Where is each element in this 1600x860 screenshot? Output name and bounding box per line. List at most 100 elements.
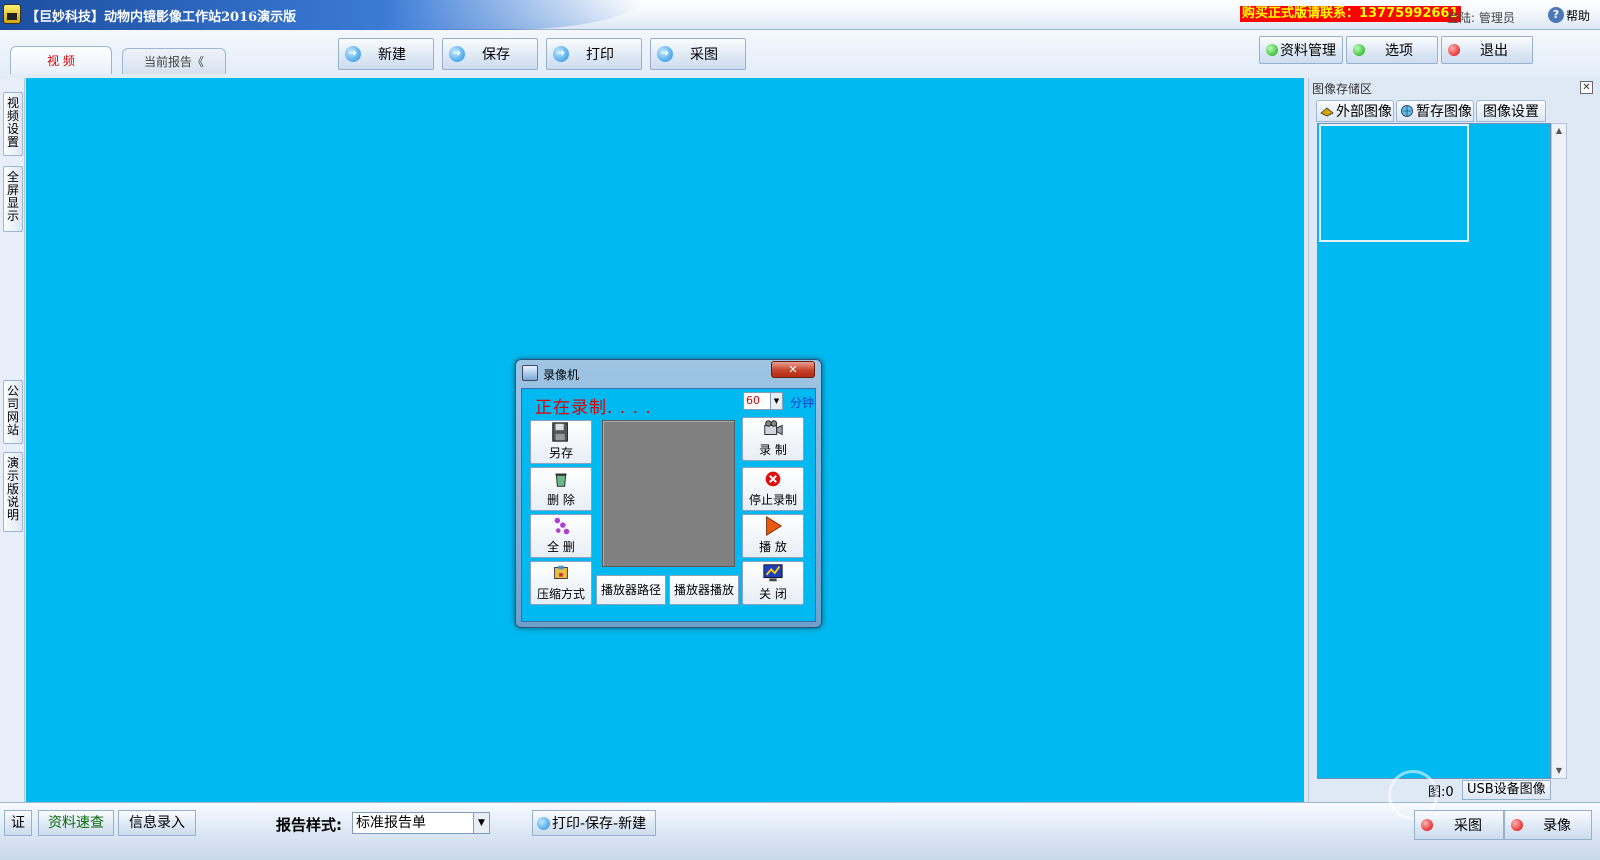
image-thumbnail-slot[interactable] <box>1319 124 1469 242</box>
record-label: 录 制 <box>759 443 787 457</box>
info-entry-button[interactable]: 信息录入 <box>118 810 196 836</box>
tab-temp-images-label: 暂存图像 <box>1416 104 1472 120</box>
duration-unit: 分钟 <box>790 396 815 410</box>
duration-select[interactable]: 60 ▼ <box>743 392 783 410</box>
red-status-icon <box>1511 819 1523 831</box>
record-bottom-label: 录像 <box>1543 818 1571 834</box>
cert-button[interactable]: 证 <box>4 810 32 836</box>
status-bar <box>0 802 1600 860</box>
play-label: 播 放 <box>759 540 787 554</box>
delete-all-label: 全 删 <box>547 540 575 554</box>
vtab-fullscreen[interactable]: 全屏显示 <box>3 166 23 232</box>
globe-icon <box>1401 105 1413 117</box>
vtab-company-site[interactable]: 公司网站 <box>3 380 23 444</box>
trash-icon <box>555 473 567 487</box>
thumbnail-scrollbar[interactable]: ▲ ▼ <box>1551 123 1567 779</box>
recorder-dialog-title: 录像机 <box>543 368 580 382</box>
vtab-video-settings[interactable]: 视频设置 <box>3 92 23 156</box>
print-save-new-label: 打印-保存-新建 <box>552 816 647 832</box>
capture-button[interactable]: ➜ 采图 <box>650 38 746 70</box>
new-button-label: 新建 <box>378 47 406 63</box>
scroll-down-icon[interactable]: ▼ <box>1552 764 1566 778</box>
usb-device-images-button[interactable]: USB设备图像 <box>1462 780 1551 800</box>
print-button-label: 打印 <box>586 47 614 63</box>
camcorder-icon <box>764 420 783 436</box>
green-status-icon <box>1353 44 1365 56</box>
record-bottom-button[interactable]: 录像 <box>1504 810 1592 840</box>
save-button-label: 保存 <box>482 47 510 63</box>
arrow-right-icon: ➜ <box>657 46 673 62</box>
compress-mode-button[interactable]: 压缩方式 <box>530 561 592 605</box>
options-label: 选项 <box>1385 43 1413 59</box>
print-button[interactable]: ➜ 打印 <box>546 38 642 70</box>
close-dialog-label: 关 闭 <box>759 587 787 601</box>
floppy-disk-icon <box>552 422 568 442</box>
capture-bottom-label: 采图 <box>1454 818 1482 834</box>
play-icon <box>766 516 783 536</box>
arrow-right-icon: ➜ <box>449 46 465 62</box>
arrow-right-icon: ➜ <box>345 46 361 62</box>
record-button[interactable]: 录 制 <box>742 417 804 461</box>
delete-label: 删 除 <box>547 493 575 507</box>
delete-all-button[interactable]: 全 删 <box>530 514 592 558</box>
options-button[interactable]: 选项 <box>1346 36 1438 64</box>
recorder-close-icon[interactable]: ✕ <box>771 361 815 378</box>
player-play-button[interactable]: 播放器播放 <box>669 575 739 605</box>
report-style-select[interactable]: 标准报告单 ▼ <box>352 812 490 834</box>
tab-image-settings[interactable]: 图像设置 <box>1476 100 1546 122</box>
recording-status: 正在录制. . . . <box>535 398 652 418</box>
quick-lookup-button[interactable]: 资料速查 <box>38 810 114 836</box>
red-status-icon <box>1448 44 1460 56</box>
image-panel-title: 图像存储区 <box>1312 82 1373 96</box>
capture-button-label: 采图 <box>690 47 718 63</box>
hand-icon <box>1320 107 1334 117</box>
new-button[interactable]: ➜ 新建 <box>338 38 434 70</box>
help-icon: ? <box>1548 7 1564 23</box>
green-status-icon <box>1266 44 1278 56</box>
login-status: 登陆: 管理员 <box>1447 11 1515 25</box>
data-management-label: 资料管理 <box>1280 43 1336 59</box>
stop-recording-label: 停止录制 <box>748 493 797 507</box>
arrow-right-icon <box>537 816 550 830</box>
stop-recording-button[interactable]: 停止录制 <box>742 467 804 511</box>
recorder-app-icon <box>522 365 538 381</box>
player-path-button[interactable]: 播放器路径 <box>596 575 666 605</box>
vtab-demo-notes[interactable]: 演示版说明 <box>3 452 23 532</box>
stop-icon <box>765 471 781 487</box>
close-dialog-button[interactable]: 关 闭 <box>742 561 804 605</box>
tab-image-settings-label: 图像设置 <box>1483 104 1539 120</box>
tab-external-images[interactable]: 外部图像 <box>1316 100 1394 122</box>
play-button[interactable]: 播 放 <box>742 514 804 558</box>
tab-video[interactable]: 视 频 <box>10 46 112 74</box>
tab-external-images-label: 外部图像 <box>1336 104 1392 120</box>
report-style-label: 报告样式: <box>276 816 342 834</box>
monitor-icon <box>763 564 783 582</box>
chevron-down-icon[interactable]: ▼ <box>770 393 782 409</box>
scroll-up-icon[interactable]: ▲ <box>1552 124 1566 138</box>
save-button[interactable]: ➜ 保存 <box>442 38 538 70</box>
app-title: 【巨妙科技】动物内镜影像工作站2016演示版 <box>26 10 297 25</box>
compress-mode-label: 压缩方式 <box>536 587 585 601</box>
tab-temp-images[interactable]: 暂存图像 <box>1396 100 1474 122</box>
tab-current-report[interactable]: 当前报告《 <box>122 48 226 74</box>
arrow-right-icon: ➜ <box>553 46 569 62</box>
exit-button[interactable]: 退出 <box>1441 36 1533 64</box>
delete-all-icon <box>554 517 570 535</box>
save-as-button[interactable]: 另存 <box>530 420 592 464</box>
help-label: 帮助 <box>1566 8 1591 23</box>
app-lock-icon <box>3 4 21 24</box>
data-management-button[interactable]: 资料管理 <box>1259 36 1343 64</box>
help-button[interactable]: ? 帮助 <box>1548 5 1590 25</box>
report-style-value: 标准报告单 <box>356 815 426 831</box>
exit-label: 退出 <box>1480 43 1508 59</box>
red-status-icon <box>1421 819 1433 831</box>
image-panel-close-button[interactable]: ✕ <box>1580 81 1593 94</box>
video-preview <box>602 420 735 567</box>
promo-banner: 购买正式版请联系：13775992661 <box>1240 6 1461 22</box>
compress-icon <box>554 565 568 579</box>
print-save-new-button[interactable]: 打印-保存-新建 <box>532 810 656 836</box>
delete-button[interactable]: 删 除 <box>530 467 592 511</box>
chevron-down-icon[interactable]: ▼ <box>473 813 489 833</box>
capture-bottom-button[interactable]: 采图 <box>1414 810 1504 840</box>
duration-value: 60 <box>746 394 760 407</box>
